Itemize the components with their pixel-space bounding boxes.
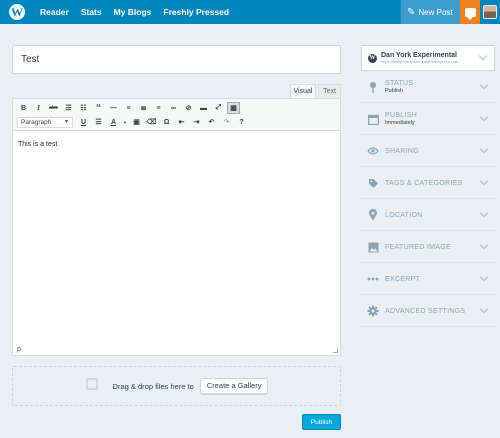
post-editor: B I abc ☰ ☷ “ — ≡ ≣ ≡ ∞ ⊘ ▬ ⤢ ▦ Paragrap…: [12, 98, 341, 356]
resize-handle[interactable]: [333, 348, 338, 353]
section-label: FEATURED IMAGE: [385, 243, 451, 251]
user-avatar-button[interactable]: [480, 0, 500, 24]
sidebar-section-featured-image[interactable]: FEATURED IMAGE: [361, 232, 495, 263]
outdent-icon[interactable]: ⇤: [175, 116, 188, 128]
text-color-dropdown-icon[interactable]: ▼: [122, 116, 128, 128]
justify-icon[interactable]: ☰: [92, 116, 105, 128]
clear-formatting-icon[interactable]: ⌫: [145, 116, 158, 128]
wordpress-site-icon: W: [368, 53, 377, 63]
nav-stats[interactable]: Stats: [75, 0, 108, 24]
chevron-down-icon[interactable]: [473, 176, 495, 186]
wordpress-logo-icon[interactable]: W: [0, 0, 34, 24]
tab-text[interactable]: Text: [318, 84, 341, 98]
avatar: [483, 5, 497, 19]
kitchen-sink-toggle-icon[interactable]: ▦: [227, 102, 240, 114]
post-title-input[interactable]: Test: [12, 45, 341, 74]
chevron-down-icon[interactable]: [473, 208, 495, 218]
share-icon: [367, 145, 379, 157]
masterbar: W Reader Stats My Blogs Freshly Pressed …: [0, 0, 500, 24]
special-character-icon[interactable]: Ω: [160, 116, 173, 128]
paste-as-text-icon[interactable]: ▣: [130, 116, 143, 128]
help-icon[interactable]: ?: [235, 116, 248, 128]
chevron-down-icon[interactable]: [473, 272, 495, 282]
tab-visual[interactable]: Visual: [290, 84, 316, 98]
pin-icon: [367, 81, 379, 93]
underline-icon[interactable]: U: [77, 116, 90, 128]
tag-icon: [367, 177, 379, 189]
section-value: Publish: [385, 88, 404, 94]
sidebar-section-tags-categories[interactable]: TAGS & CATEGORIES: [361, 168, 495, 199]
section-label: LOCATION: [385, 211, 423, 219]
sidebar-section-publish[interactable]: PUBLISH Immediately: [361, 104, 495, 135]
element-path: p: [17, 346, 21, 353]
pencil-icon: ✎: [407, 6, 416, 18]
section-label: PUBLISH: [385, 112, 418, 119]
redo-icon[interactable]: ↷: [220, 116, 233, 128]
indent-icon[interactable]: ⇥: [190, 116, 203, 128]
section-value: Immediately: [385, 120, 415, 126]
fullscreen-icon[interactable]: ⤢: [212, 102, 225, 114]
image-icon: [367, 241, 379, 253]
section-label: ADVANCED SETTINGS: [385, 307, 466, 315]
toolbar-row-1: B I abc ☰ ☷ “ — ≡ ≣ ≡ ∞ ⊘ ▬ ⤢ ▦: [17, 101, 336, 115]
editor-content[interactable]: This is a test: [13, 131, 340, 158]
horizontal-line-icon[interactable]: —: [107, 102, 120, 114]
unlink-icon[interactable]: ⊘: [182, 102, 195, 114]
ellipsis-icon: [367, 273, 379, 285]
site-selector[interactable]: W Dan York Experimental https://danyorke…: [361, 45, 495, 71]
calendar-icon: [367, 113, 379, 125]
bullet-list-icon[interactable]: ☰: [62, 102, 75, 114]
text-color-icon[interactable]: A: [107, 116, 120, 128]
link-icon[interactable]: ∞: [167, 102, 180, 114]
dropdown-arrow-icon: ▼: [64, 119, 69, 125]
format-select-value: Paragraph: [21, 118, 52, 126]
toolbar-row-2: Paragraph ▼ U ☰ A ▼ ▣ ⌫ Ω ⇤ ⇥ ↶ ↷ ?: [17, 115, 336, 129]
undo-icon[interactable]: ↶: [205, 116, 218, 128]
new-post-button[interactable]: ✎ New Post: [400, 0, 460, 24]
read-more-icon[interactable]: ▬: [197, 102, 210, 114]
align-right-icon[interactable]: ≡: [152, 102, 165, 114]
strikethrough-icon[interactable]: abc: [47, 102, 60, 114]
media-dropzone[interactable]: ♪ Drag & drop files here to Create a Gal…: [12, 366, 341, 406]
speech-bubble-icon: [464, 7, 476, 20]
editor-toolbar: B I abc ☰ ☷ “ — ≡ ≣ ≡ ∞ ⊘ ▬ ⤢ ▦ Paragrap…: [13, 99, 340, 131]
sidebar-section-sharing[interactable]: SHARING: [361, 136, 495, 167]
format-select[interactable]: Paragraph ▼: [17, 116, 73, 128]
location-icon: [367, 209, 379, 221]
chevron-down-icon[interactable]: [473, 304, 495, 314]
nav-my-blogs[interactable]: My Blogs: [108, 0, 158, 24]
site-name: Dan York Experimental: [381, 52, 457, 59]
chevron-down-icon[interactable]: [473, 144, 495, 154]
section-label: STATUS: [385, 80, 414, 87]
publish-button[interactable]: Publish: [302, 414, 341, 430]
sidebar-section-excerpt[interactable]: EXCERPT: [361, 264, 495, 295]
blockquote-icon[interactable]: “: [92, 102, 105, 114]
italic-icon[interactable]: I: [32, 102, 45, 114]
chevron-down-icon[interactable]: [473, 80, 495, 90]
chevron-down-icon[interactable]: [473, 240, 495, 250]
chevron-down-icon[interactable]: [472, 51, 494, 61]
section-label: TAGS & CATEGORIES: [385, 179, 463, 187]
site-url: https://danyorkexperimental.wordpress.co…: [381, 59, 459, 64]
numbered-list-icon[interactable]: ☷: [77, 102, 90, 114]
drop-text: Drag & drop files here to: [112, 381, 194, 391]
site-info: Dan York Experimental https://danyorkexp…: [381, 52, 472, 64]
nav-freshly-pressed[interactable]: Freshly Pressed: [157, 0, 235, 24]
notifications-button[interactable]: [460, 0, 480, 24]
bold-icon[interactable]: B: [17, 102, 30, 114]
cog-icon: [367, 305, 379, 317]
sidebar-section-advanced-settings[interactable]: ADVANCED SETTINGS: [361, 296, 495, 327]
sidebar-section-status[interactable]: STATUS Publish: [361, 72, 495, 103]
align-center-icon[interactable]: ≣: [137, 102, 150, 114]
sidebar-section-location[interactable]: LOCATION: [361, 200, 495, 231]
align-left-icon[interactable]: ≡: [122, 102, 135, 114]
nav-reader[interactable]: Reader: [34, 0, 75, 24]
create-gallery-button[interactable]: Create a Gallery: [199, 377, 269, 395]
media-icon: ♪: [85, 377, 107, 395]
new-post-label: New Post: [418, 7, 453, 17]
chevron-down-icon[interactable]: [473, 112, 495, 122]
section-label: SHARING: [385, 147, 419, 155]
section-label: EXCERPT: [385, 275, 421, 283]
